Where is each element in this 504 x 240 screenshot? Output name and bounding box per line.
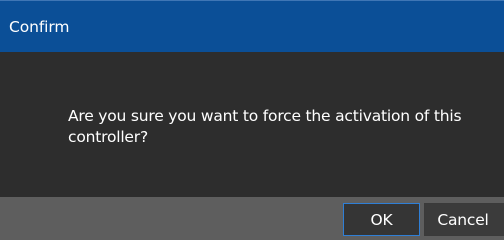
dialog-message: Are you sure you want to force the activ… [68,107,462,146]
dialog-footer: OK Cancel [0,197,504,240]
dialog-content: Are you sure you want to force the activ… [0,52,504,197]
dialog-title-bar: Confirm [0,0,504,52]
confirm-dialog: Confirm Are you sure you want to force t… [0,0,504,240]
ok-button[interactable]: OK [343,203,420,236]
cancel-button[interactable]: Cancel [424,203,504,236]
dialog-title: Confirm [9,17,70,36]
